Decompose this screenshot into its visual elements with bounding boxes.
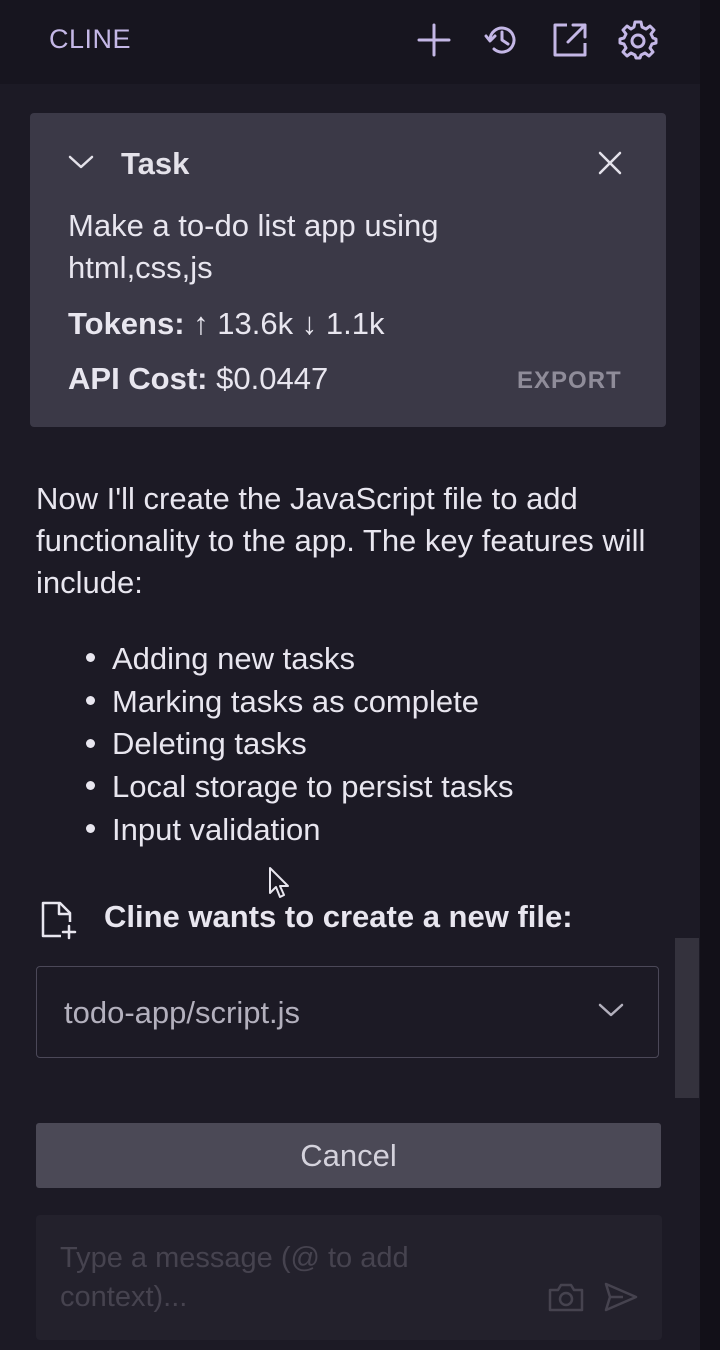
tokens-in: ↑ 13.6k (193, 306, 294, 341)
task-description: Make a to-do list app using html,css,js (68, 208, 439, 285)
assistant-message: Now I'll create the JavaScript file to a… (36, 481, 646, 600)
list-item: Marking tasks as complete (86, 681, 513, 724)
gear-icon[interactable] (618, 20, 658, 60)
chat-input[interactable]: Type a message (@ to add context)... (36, 1215, 662, 1340)
bullet (86, 738, 95, 748)
camera-icon[interactable] (546, 1281, 586, 1318)
task-cost: API Cost: $0.0447 (68, 361, 328, 397)
file-path: todo-app/script.js (64, 995, 301, 1030)
export-button[interactable]: EXPORT (517, 367, 622, 395)
top-bar: CLINE (0, 0, 700, 84)
app-title: CLINE (49, 24, 132, 54)
tokens-out: ↓ 1.1k (301, 306, 385, 341)
new-file-icon (40, 900, 78, 945)
plus-icon[interactable] (414, 20, 454, 60)
cost-value: $0.0447 (216, 361, 329, 396)
chevron-down-icon[interactable] (67, 153, 95, 176)
cancel-button[interactable]: Cancel (36, 1123, 661, 1188)
bullet (86, 653, 95, 663)
tool-request-label: Cline wants to create a new file: (104, 899, 573, 934)
tokens-label: Tokens: (68, 306, 185, 341)
history-icon[interactable] (482, 20, 522, 60)
task-header: Task (121, 146, 190, 181)
chat-placeholder: Type a message (@ to add context)... (60, 1242, 409, 1313)
bullet (86, 781, 95, 791)
popout-icon[interactable] (550, 20, 590, 60)
editor-edge (700, 0, 720, 1350)
send-icon[interactable] (603, 1281, 639, 1318)
file-path-dropdown[interactable]: todo-app/script.js (36, 966, 659, 1058)
feature-list: Adding new tasks Marking tasks as comple… (86, 638, 513, 852)
list-item: Local storage to persist tasks (86, 766, 513, 809)
list-item: Input validation (86, 809, 513, 852)
cost-label: API Cost: (68, 361, 208, 396)
chevron-down-icon (597, 1001, 625, 1024)
list-item: Deleting tasks (86, 723, 513, 766)
task-card: Task Make a to-do list app using html,cs… (30, 113, 666, 427)
scrollbar-thumb[interactable] (675, 938, 699, 1098)
bullet (86, 696, 95, 706)
task-tokens: Tokens: ↑ 13.6k ↓ 1.1k (68, 306, 384, 342)
list-item: Adding new tasks (86, 638, 513, 681)
close-icon[interactable] (596, 149, 624, 182)
bullet (86, 824, 95, 834)
